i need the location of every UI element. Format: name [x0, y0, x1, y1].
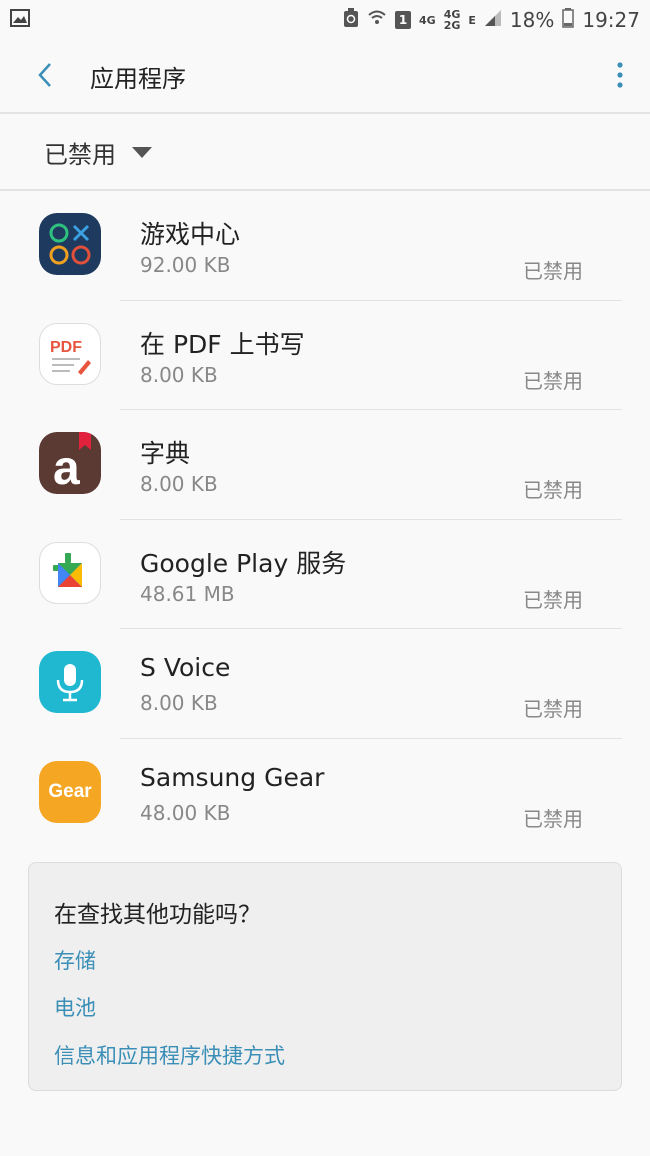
app-bar-divider — [0, 112, 650, 114]
app-size: 48.61 MB — [140, 581, 235, 606]
network-2g-label: 2G — [443, 19, 461, 32]
app-shortcuts-link[interactable]: 信息和应用程序快捷方式 — [54, 1040, 285, 1070]
app-row-google-play-services[interactable]: Google Play 服务 48.61 MB 已禁用 — [0, 520, 650, 629]
sim-slot-badge: 1 — [395, 11, 412, 29]
dropdown-caret-icon — [132, 147, 152, 158]
game-center-icon — [39, 213, 101, 275]
storage-link[interactable]: 存储 — [54, 945, 96, 975]
app-name: 游戏中心 — [140, 220, 241, 249]
back-button[interactable] — [0, 40, 90, 113]
app-status: 已禁用 — [523, 478, 583, 502]
gallery-notification-icon — [10, 8, 30, 32]
more-vertical-icon — [617, 61, 623, 92]
status-bar: 1 4G 4G 2G E 18% 19:27 — [0, 0, 650, 40]
pdf-icon-label: PDF — [50, 339, 82, 356]
dictionary-icon-letter: a — [53, 442, 80, 494]
dictionary-icon: a — [39, 432, 101, 494]
battery-link[interactable]: 电池 — [54, 992, 96, 1022]
app-name: Samsung Gear — [140, 762, 325, 792]
app-name: Google Play 服务 — [140, 548, 347, 578]
help-card: 在查找其他功能吗？ 存储 电池 信息和应用程序快捷方式 — [28, 862, 622, 1091]
app-name: 字典 — [140, 439, 191, 468]
filter-label: 已禁用 — [44, 141, 116, 169]
filter-dropdown[interactable]: 已禁用 — [0, 115, 650, 190]
network-e-label: E — [468, 13, 476, 27]
battery-percentage: 18% — [509, 8, 555, 32]
app-size: 48.00 KB — [140, 800, 231, 825]
help-card-title: 在查找其他功能吗？ — [54, 902, 261, 928]
app-status: 已禁用 — [523, 806, 583, 831]
google-play-services-icon — [39, 541, 101, 604]
pdf-icon: PDF — [39, 322, 101, 385]
app-row-dictionary[interactable]: a 字典 8.00 KB 已禁用 — [0, 410, 650, 520]
app-status: 已禁用 — [523, 697, 583, 721]
app-size: 92.00 KB — [140, 253, 231, 277]
app-row-s-voice[interactable]: S Voice 8.00 KB 已禁用 — [0, 629, 650, 739]
app-size: 8.00 KB — [140, 472, 218, 496]
page-title: 应用程序 — [90, 65, 186, 93]
app-status: 已禁用 — [523, 368, 583, 393]
network-type-label: 4G — [419, 13, 436, 27]
app-size: 8.00 KB — [140, 691, 218, 715]
clock: 19:27 — [582, 8, 640, 32]
app-name: 在 PDF 上书写 — [140, 329, 305, 359]
wifi-icon — [367, 8, 387, 32]
app-list: 游戏中心 92.00 KB 已禁用 PDF 在 PDF 上书写 8.00 KB … — [0, 191, 650, 848]
back-arrow-icon — [37, 62, 53, 92]
app-row-write-on-pdf[interactable]: PDF 在 PDF 上书写 8.00 KB 已禁用 — [0, 301, 650, 410]
app-status: 已禁用 — [523, 587, 583, 612]
app-status: 已禁用 — [523, 259, 583, 283]
recycle-icon — [343, 7, 359, 33]
app-row-samsung-gear[interactable]: Gear Samsung Gear 48.00 KB 已禁用 — [0, 739, 650, 849]
app-size: 8.00 KB — [140, 362, 218, 387]
more-options-button[interactable] — [590, 40, 650, 113]
app-name: S Voice — [140, 653, 231, 682]
dual-network-indicator: 4G 2G — [444, 9, 461, 31]
microphone-icon — [39, 651, 101, 713]
samsung-gear-icon-label: Gear — [48, 780, 92, 802]
samsung-gear-icon: Gear — [39, 760, 101, 823]
app-row-game-center[interactable]: 游戏中心 92.00 KB 已禁用 — [0, 191, 650, 301]
battery-icon — [562, 7, 575, 33]
app-bar: 应用程序 — [0, 40, 650, 113]
signal-icon — [484, 8, 502, 32]
